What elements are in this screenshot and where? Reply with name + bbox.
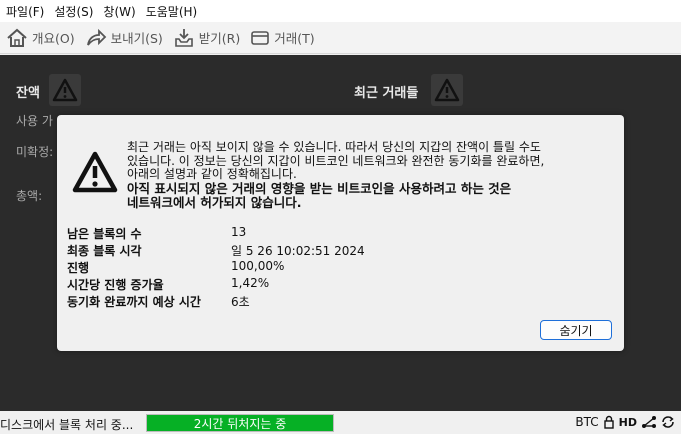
tab-receive-label: 받기(R) [198, 31, 241, 46]
pending-label: 미확정: [16, 145, 54, 159]
sync-message: 최근 거래는 아직 보이지 않을 수 있습니다. 따라서 당신의 지갑의 잔액이… [127, 140, 607, 210]
tab-transactions[interactable]: 거래(T) [248, 25, 322, 51]
warning-icon [52, 78, 78, 102]
toolbar: 개요(O) 보내기(S) 받기(R) 거래(T) [0, 22, 681, 54]
menu-bar: 파일(F) 설정(S) 창(W) 도움말(H) [0, 0, 681, 22]
status-bar: 디스크에서 블록 처리 중... 2시간 뒤처지는 중 BTC HD [0, 411, 681, 434]
stat-value: 13 [231, 225, 247, 239]
warning-icon [434, 78, 460, 102]
tab-overview[interactable]: 개요(O) [4, 25, 83, 51]
tab-overview-label: 개요(O) [32, 31, 75, 46]
recent-warning-button[interactable] [431, 74, 463, 106]
hd-label: HD [618, 415, 637, 429]
receive-icon [174, 28, 193, 47]
stat-value: 1,42% [231, 276, 270, 290]
send-arrow-icon [86, 28, 106, 46]
sync-overlay: 최근 거래는 아직 보이지 않을 수 있습니다. 따라서 당신의 지갑의 잔액이… [57, 115, 624, 351]
menu-file[interactable]: 파일(F) [4, 3, 52, 20]
status-icons: BTC HD [575, 415, 675, 429]
sync-icon [662, 416, 674, 428]
balance-warning-button[interactable] [49, 74, 81, 106]
message-line-3: 아래의 설명과 같이 정확해집니다. [127, 167, 297, 181]
stat-label: 동기화 완료까지 예상 시간 [67, 295, 201, 309]
stat-label: 진행 [67, 261, 90, 275]
warning-line-2: 네트워크에서 허가되지 않습니다. [127, 194, 302, 210]
progress-text: 2시간 뒤처지는 중 [193, 416, 287, 431]
stat-value: 100,00% [231, 259, 285, 273]
menu-help[interactable]: 도움말(H) [144, 3, 206, 20]
warning-icon [72, 151, 118, 193]
tab-send[interactable]: 보내기(S) [83, 25, 171, 51]
sync-progress-bar: 2시간 뒤처지는 중 [146, 414, 334, 432]
tab-receive[interactable]: 받기(R) [171, 25, 248, 51]
card-icon [251, 30, 270, 45]
message-line-1: 최근 거래는 아직 보이지 않을 수 있습니다. 따라서 당신의 지갑의 잔액이… [127, 140, 541, 154]
stat-label: 시간당 진행 증가율 [67, 278, 164, 292]
available-label: 사용 가 [16, 114, 53, 128]
total-label: 총액: [16, 189, 43, 203]
tab-send-label: 보내기(S) [110, 31, 163, 46]
stat-label: 최종 블록 시각 [67, 244, 142, 258]
home-icon [7, 28, 27, 47]
message-line-2: 있습니다. 이 정보는 당신의 지갑이 비트코인 네트워크와 완전한 동기화를 … [127, 153, 545, 168]
warning-line-1: 아직 표시되지 않은 거래의 영향을 받는 비트코인을 사용하려고 하는 것은 [127, 180, 512, 196]
network-icon[interactable] [641, 415, 657, 429]
recent-title: 최근 거래들 [354, 86, 419, 101]
stat-value: 6초 [231, 295, 250, 309]
status-text: 디스크에서 블록 처리 중... [0, 418, 134, 432]
balance-title: 잔액 [16, 86, 40, 101]
lock-icon [603, 415, 614, 429]
menu-settings[interactable]: 설정(S) [52, 3, 101, 20]
unit-label[interactable]: BTC [575, 415, 598, 429]
stat-label: 남은 블록의 수 [67, 227, 142, 241]
tab-transactions-label: 거래(T) [274, 31, 315, 46]
menu-window[interactable]: 창(W) [101, 3, 143, 20]
hide-button[interactable]: 숨기기 [540, 320, 612, 340]
stat-value: 일 5 26 10:02:51 2024 [231, 244, 365, 258]
